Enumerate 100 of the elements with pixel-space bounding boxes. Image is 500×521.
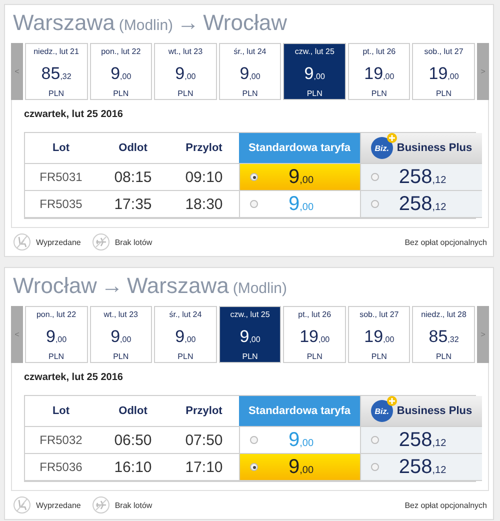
date-label: sob., lut 27	[424, 46, 464, 57]
date-tab[interactable]: czw., lut 25 9,00 PLN	[283, 43, 346, 100]
fare-cell[interactable]: 258,12	[360, 454, 482, 481]
day-price: 19,00	[428, 63, 459, 85]
date-label: pon., lut 22	[36, 309, 76, 320]
day-price: 9,00	[304, 63, 325, 85]
currency-label: PLN	[306, 88, 322, 99]
fare-radio[interactable]	[371, 200, 379, 208]
date-label: pon., lut 22	[101, 46, 141, 57]
route-title: Warszawa (Modlin) → Wrocław	[12, 9, 288, 37]
date-label: wt., lut 23	[168, 46, 203, 57]
date-tab[interactable]: śr., lut 24 9,00 PLN	[218, 43, 282, 100]
date-label: czw., lut 25	[230, 309, 270, 320]
day-price: 9,00	[46, 326, 67, 348]
date-label: niedz., lut 28	[421, 309, 466, 320]
date-tab[interactable]: niedz., lut 21 85,32 PLN	[25, 43, 88, 100]
departure-time: 06:50	[97, 427, 169, 454]
fare-radio[interactable]	[250, 200, 258, 208]
selected-date: czwartek, lut 25 2016	[24, 371, 124, 385]
currency-label: PLN	[436, 88, 452, 99]
column-header: Standardowa taryfa	[239, 133, 360, 164]
fare-radio[interactable]	[371, 173, 379, 181]
legend-label: Brak lotów	[114, 238, 152, 246]
flight-number: FR5035	[25, 191, 97, 218]
fare-radio[interactable]	[250, 173, 258, 181]
fare-cell[interactable]: 9,00	[239, 164, 360, 191]
currency-label: PLN	[178, 88, 194, 99]
plane-icon	[92, 496, 110, 514]
day-price: 9,00	[110, 63, 132, 85]
fees-note: Bez opłat opcjonalnych	[404, 500, 487, 510]
currency-label: PLN	[48, 88, 64, 99]
day-price: 85,32	[41, 63, 72, 85]
fare-price: 258,12	[398, 166, 448, 188]
fare-cell[interactable]: 258,12	[360, 191, 482, 218]
fare-cell[interactable]: 9,00	[239, 454, 360, 481]
currency-label: PLN	[371, 88, 387, 99]
fare-price: 258,12	[398, 192, 448, 216]
date-tab[interactable]: pt., lut 26 19,00 PLN	[348, 43, 410, 100]
flight-number: FR5031	[25, 164, 97, 191]
date-label: czw., lut 25	[294, 46, 334, 57]
plane-icon	[92, 233, 110, 251]
seat-icon	[13, 233, 31, 251]
fare-radio[interactable]	[371, 436, 379, 444]
fare-cell[interactable]: 258,12	[360, 164, 482, 191]
date-label: sob., lut 27	[360, 309, 399, 320]
date-tab[interactable]: sob., lut 27 19,00 PLN	[412, 43, 476, 100]
column-header: Standardowa taryfa	[239, 396, 360, 427]
day-price: 9,00	[240, 326, 260, 348]
fare-price: 258,12	[398, 428, 448, 452]
currency-label: PLN	[113, 88, 129, 99]
currency-label: PLN	[242, 88, 258, 99]
day-price: 9,00	[240, 63, 260, 85]
currency-label: PLN	[436, 351, 452, 362]
day-price: 9,00	[110, 326, 132, 348]
date-tab[interactable]: pt., lut 26 19,00 PLN	[283, 306, 346, 363]
date-tab[interactable]: pon., lut 22 9,00 PLN	[25, 306, 88, 363]
fees-note: Bez opłat opcjonalnych	[404, 238, 487, 246]
flight-number: FR5036	[25, 454, 97, 481]
date-label: pt., lut 26	[362, 46, 396, 57]
seat-icon	[13, 496, 31, 514]
fare-price: 9,00	[287, 428, 315, 452]
day-price: 19,00	[364, 63, 394, 85]
date-tab[interactable]: niedz., lut 28 85,32 PLN	[412, 306, 476, 363]
date-label: pt., lut 26	[298, 309, 332, 320]
currency-label: PLN	[242, 351, 258, 362]
date-tab[interactable]: wt., lut 23 9,00 PLN	[154, 43, 217, 100]
fare-cell[interactable]: 258,12	[360, 427, 482, 454]
date-tab[interactable]: wt., lut 23 9,00 PLN	[90, 306, 152, 363]
departure-time: 08:15	[97, 164, 169, 191]
fare-price: 9,00	[287, 166, 315, 188]
day-price: 85,32	[428, 326, 459, 348]
departure-time: 16:10	[97, 454, 169, 481]
legend-label: Wyprzedane	[36, 238, 81, 246]
route-title: Wrocław → Warszawa (Modlin)	[12, 272, 288, 300]
day-price: 19,00	[300, 326, 330, 348]
currency-label: PLN	[48, 351, 64, 362]
day-price: 19,00	[364, 326, 394, 348]
fare-price: 9,00	[287, 192, 315, 216]
day-price: 9,00	[175, 326, 196, 348]
day-price: 9,00	[175, 63, 196, 85]
date-label: wt., lut 23	[104, 309, 138, 320]
fare-price: 9,00	[287, 456, 315, 478]
column-label: Business Plus	[396, 142, 472, 154]
date-tab[interactable]: czw., lut 25 9,00 PLN	[218, 306, 282, 363]
date-tab[interactable]: śr., lut 24 9,00 PLN	[154, 306, 217, 363]
date-tab[interactable]: pon., lut 22 9,00 PLN	[90, 43, 152, 100]
currency-label: PLN	[371, 351, 387, 362]
fare-radio[interactable]	[250, 436, 258, 444]
fare-radio[interactable]	[371, 463, 379, 471]
date-label: niedz., lut 21	[34, 46, 79, 57]
fare-radio[interactable]	[250, 463, 258, 471]
flight-number: FR5032	[25, 427, 97, 454]
currency-label: PLN	[113, 351, 129, 362]
date-label: śr., lut 24	[169, 309, 202, 320]
currency-label: PLN	[306, 351, 322, 362]
date-tab[interactable]: sob., lut 27 19,00 PLN	[348, 306, 410, 363]
currency-label: PLN	[178, 351, 194, 362]
fare-price: 258,12	[398, 456, 448, 478]
column-label: Business Plus	[396, 405, 472, 417]
departure-time: 17:35	[97, 191, 169, 218]
